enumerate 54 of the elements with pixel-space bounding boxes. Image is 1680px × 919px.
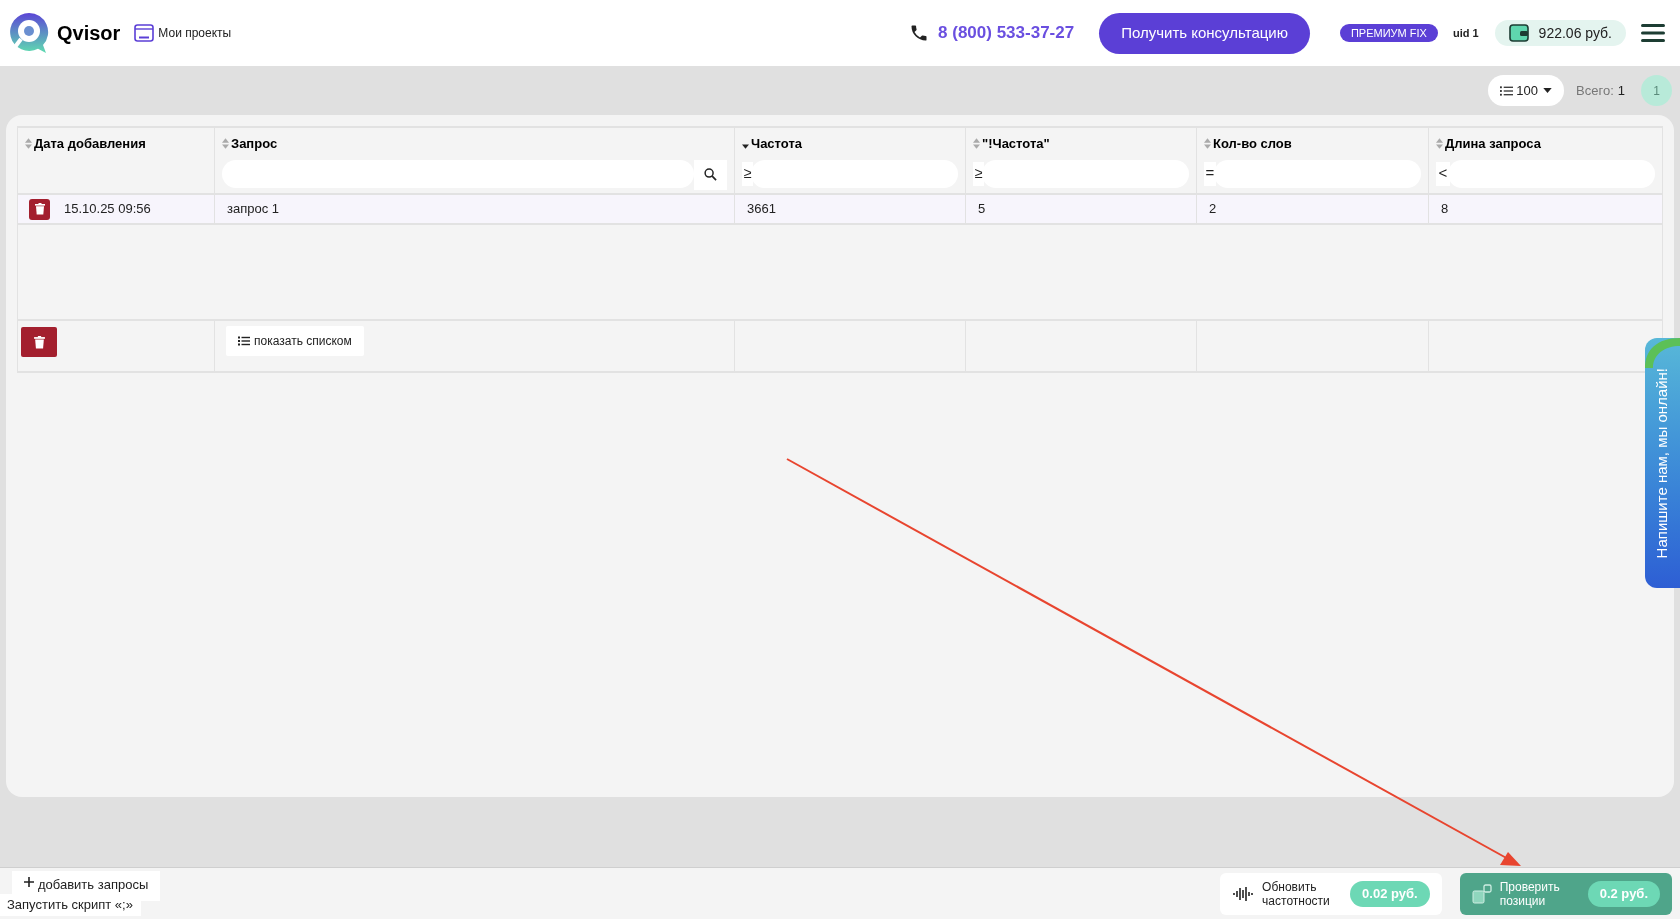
price-pill: 0.2 руб. bbox=[1587, 880, 1660, 907]
total-value: 1 bbox=[1617, 81, 1625, 100]
caret-icon bbox=[1543, 88, 1553, 93]
balance-text: 922.06 руб. bbox=[1538, 23, 1612, 43]
waveform-icon bbox=[1232, 886, 1255, 901]
table-cell-text: 2 bbox=[1209, 200, 1217, 219]
chat-tab-label: Напишите нам, мы онлайн! bbox=[1652, 367, 1672, 559]
operator-button[interactable]: = bbox=[1204, 161, 1216, 186]
total-label: Всего: bbox=[1576, 81, 1614, 100]
column-header[interactable]: Частота bbox=[751, 134, 802, 154]
trash-icon bbox=[33, 335, 45, 349]
action-button[interactable]: Обновить частотности 0.02 руб. bbox=[1220, 872, 1442, 915]
balance-pill[interactable]: 922.06 руб. bbox=[1494, 20, 1626, 46]
wallet-icon bbox=[1508, 24, 1529, 42]
delete-button[interactable] bbox=[29, 198, 50, 220]
search-button[interactable] bbox=[694, 159, 727, 190]
chat-tab[interactable]: Напишите нам, мы онлайн! bbox=[1645, 338, 1680, 588]
menu-icon[interactable] bbox=[1641, 23, 1665, 43]
list-icon bbox=[238, 336, 250, 346]
column-header[interactable]: "!Частота" bbox=[982, 134, 1050, 154]
table-cell-text: 5 bbox=[978, 200, 986, 219]
search-icon bbox=[704, 168, 717, 181]
user-id: uid 1 bbox=[1452, 25, 1479, 41]
column-header[interactable]: Запрос bbox=[231, 134, 278, 154]
trash-icon bbox=[34, 203, 45, 215]
logo-icon[interactable] bbox=[7, 11, 51, 55]
column-header[interactable]: Кол-во слов bbox=[1213, 134, 1292, 154]
phone-icon bbox=[909, 23, 930, 43]
consultation-button[interactable]: Получить консультацию bbox=[1099, 12, 1310, 54]
table-cell-text: 15.10.25 09:56 bbox=[64, 200, 151, 219]
list-icon bbox=[1500, 84, 1514, 97]
table-cell-text: 8 bbox=[1441, 200, 1449, 219]
operator-button[interactable]: ≥ bbox=[973, 161, 984, 186]
plan-badge: ПРЕМИУМ FIX bbox=[1339, 24, 1438, 42]
page-size-dropdown[interactable]: 100 bbox=[1488, 75, 1565, 106]
price-pill: 0.02 руб. bbox=[1350, 880, 1430, 907]
column-header[interactable]: Длина запроса bbox=[1445, 134, 1541, 154]
operator-button[interactable]: < bbox=[1436, 161, 1450, 186]
show-list-button[interactable]: показать списком bbox=[226, 326, 364, 356]
plus-icon bbox=[24, 877, 34, 887]
window-icon bbox=[134, 24, 155, 42]
action-label: Обновить частотности bbox=[1262, 879, 1331, 908]
blocks-icon bbox=[1471, 883, 1492, 904]
logo-text[interactable]: Qvisor bbox=[57, 18, 121, 48]
operator-button[interactable]: ≥ bbox=[742, 161, 753, 186]
table-cell-text: запрос 1 bbox=[227, 200, 280, 219]
projects-link[interactable]: Мои проекты bbox=[134, 24, 232, 42]
table-cell-text: 3661 bbox=[747, 200, 776, 219]
column-header[interactable]: Дата добавления bbox=[34, 134, 146, 154]
bulk-delete-button[interactable] bbox=[21, 327, 57, 357]
leaf-icon bbox=[1645, 338, 1680, 368]
action-label: Проверить позиции bbox=[1499, 879, 1561, 908]
tooltip: Запустить скрипт «;» bbox=[0, 894, 141, 916]
phone-number[interactable]: 8 (800) 533-37-27 bbox=[938, 20, 1075, 46]
